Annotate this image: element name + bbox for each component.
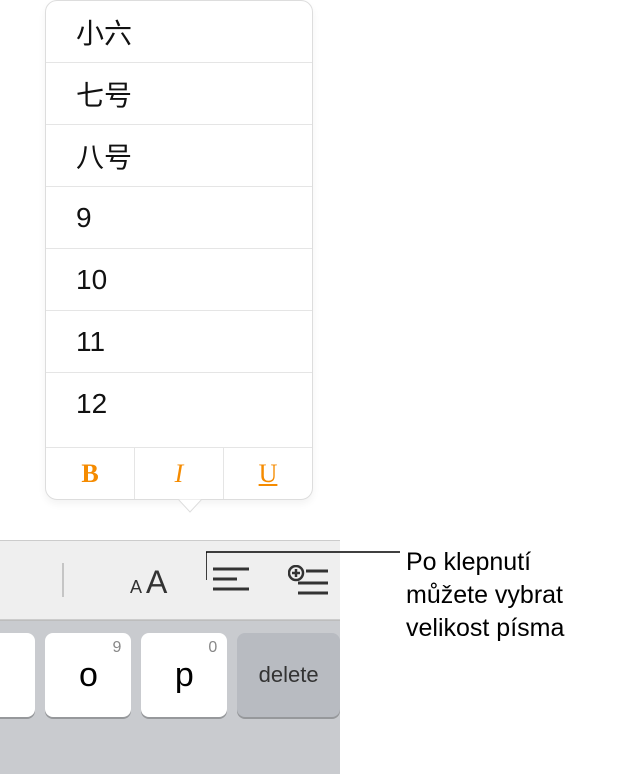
font-size-icon: A A (130, 563, 176, 597)
font-size-label: 12 (76, 388, 107, 420)
callout-line-3: velikost písma (406, 612, 618, 645)
font-size-item[interactable]: 小六 (46, 1, 312, 63)
key-hint: 0 (208, 639, 217, 657)
bold-icon: B (81, 459, 98, 489)
alignment-icon (211, 565, 251, 595)
style-row: B I U (46, 447, 312, 499)
font-size-item[interactable]: 9 (46, 187, 312, 249)
font-size-button[interactable]: A A (128, 557, 178, 603)
font-size-item[interactable]: 七号 (46, 63, 312, 125)
font-size-label: 9 (76, 202, 92, 234)
insert-list-button[interactable] (284, 557, 334, 603)
font-size-item[interactable]: 10 (46, 249, 312, 311)
font-size-popover: 小六 七号 八号 9 10 11 12 B I U (45, 0, 313, 500)
key-label: o (79, 656, 98, 695)
callout-line-1: Po klepnutí (406, 546, 618, 579)
key-label: p (175, 656, 194, 695)
font-size-label: 10 (76, 264, 107, 296)
svg-text:A: A (146, 564, 168, 597)
font-size-item[interactable]: 八号 (46, 125, 312, 187)
underline-icon: U (259, 459, 278, 489)
underline-button[interactable]: U (224, 448, 312, 499)
font-size-label: 七号 (76, 74, 132, 114)
font-size-label: 八号 (76, 136, 132, 176)
key-delete[interactable]: delete (237, 633, 340, 717)
format-toolbar: A A (0, 540, 340, 620)
keyboard: 9 o 0 p delete (0, 620, 340, 774)
callout-line-2: můžete vybrat (406, 579, 618, 612)
bold-button[interactable]: B (46, 448, 135, 499)
popover-pointer-icon (178, 499, 202, 513)
key-label: delete (259, 662, 319, 688)
insert-list-icon (288, 565, 330, 595)
font-size-list: 小六 七号 八号 9 10 11 12 (46, 1, 312, 447)
caret-icon (62, 563, 64, 597)
font-size-item[interactable]: 11 (46, 311, 312, 373)
key-hint: 9 (112, 639, 121, 657)
font-size-label: 11 (76, 326, 105, 358)
italic-icon: I (175, 459, 184, 489)
key-partial[interactable] (0, 633, 35, 717)
font-size-item[interactable]: 12 (46, 373, 312, 435)
italic-button[interactable]: I (135, 448, 224, 499)
key-p[interactable]: 0 p (141, 633, 227, 717)
font-size-label: 小六 (76, 12, 132, 52)
alignment-button[interactable] (206, 557, 256, 603)
callout-text: Po klepnutí můžete vybrat velikost písma (406, 546, 618, 645)
svg-text:A: A (130, 577, 142, 597)
key-o[interactable]: 9 o (45, 633, 131, 717)
keyboard-row: 9 o 0 p delete (0, 633, 340, 717)
